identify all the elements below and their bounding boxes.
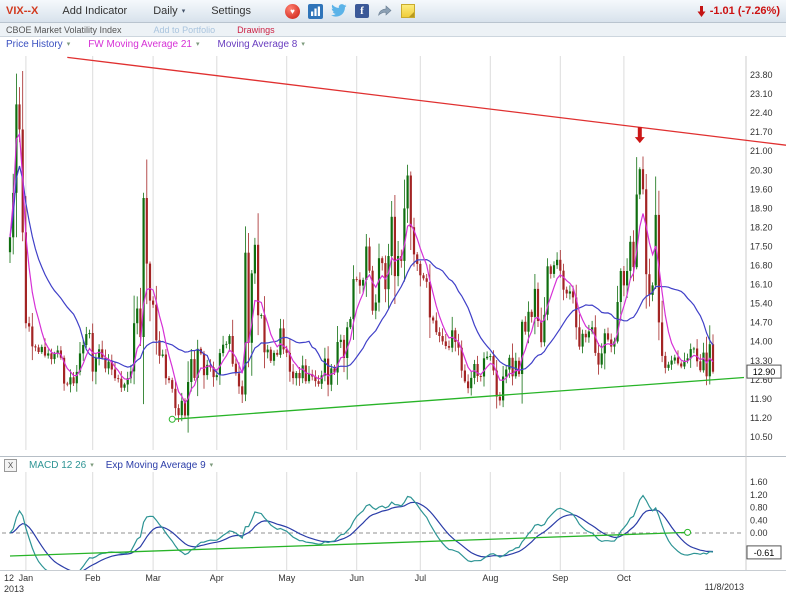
macd-legend: X MACD 12 26 ▾ Exp Moving Average 9 ▾: [4, 459, 213, 472]
chevron-down-icon: ▾: [182, 8, 186, 15]
down-arrow-annotation: [635, 127, 645, 143]
svg-text:21.00: 21.00: [750, 146, 773, 156]
svg-text:15.40: 15.40: [750, 299, 773, 309]
candlesticks: [9, 71, 714, 433]
legend-fwma21-label: FW Moving Average 21: [88, 39, 192, 50]
svg-text:16.80: 16.80: [750, 261, 773, 271]
svg-text:16.10: 16.10: [750, 280, 773, 290]
svg-text:Apr: Apr: [210, 573, 224, 583]
chevron-down-icon: ▾: [67, 41, 71, 48]
svg-text:18.20: 18.20: [750, 222, 773, 232]
x-axis-labels: Jan Feb Mar Apr May Jun Jul Aug Sep Oct 122013 11/8…: [4, 573, 744, 594]
menu-add-indicator[interactable]: Add Indicator: [62, 5, 127, 17]
chevron-down-icon: ▾: [210, 462, 214, 469]
svg-text:Aug: Aug: [482, 573, 498, 583]
svg-text:May: May: [278, 573, 296, 583]
svg-text:12: 12: [4, 573, 14, 583]
svg-text:10.50: 10.50: [750, 432, 773, 442]
svg-text:2013: 2013: [4, 584, 24, 594]
toolbar-icons: ♥: [285, 4, 415, 19]
svg-text:Feb: Feb: [85, 573, 101, 583]
facebook-icon[interactable]: [355, 4, 369, 18]
svg-text:Oct: Oct: [617, 573, 632, 583]
menu-settings[interactable]: Settings: [211, 5, 251, 17]
svg-text:11.20: 11.20: [750, 413, 772, 423]
change-readout: -1.01 (-7.26%): [697, 5, 780, 17]
record-icon[interactable]: ♥: [285, 4, 300, 19]
legend-exp-moving-average-9[interactable]: Exp Moving Average 9 ▾: [106, 460, 213, 471]
top-toolbar: VIX--X Add Indicator Daily ▾ Settings ♥ …: [0, 0, 786, 23]
svg-text:0.80: 0.80: [750, 503, 768, 513]
legend-macd[interactable]: MACD 12 26 ▾: [29, 460, 94, 471]
trendline: [172, 378, 744, 420]
chevron-down-icon: ▾: [301, 41, 305, 48]
svg-text:11.90: 11.90: [750, 394, 772, 404]
svg-text:Jun: Jun: [349, 573, 364, 583]
svg-text:Jan: Jan: [19, 573, 34, 583]
svg-text:Jul: Jul: [415, 573, 427, 583]
down-arrow-icon: [697, 6, 706, 17]
svg-text:1.60: 1.60: [750, 477, 768, 487]
stock-charting-app: 23.80 23.10 22.40 21.70 21.00 20.30 19.60 18.90…: [0, 0, 786, 600]
legend-price-history[interactable]: Price History ▾: [6, 39, 70, 50]
svg-text:Sep: Sep: [552, 573, 568, 583]
svg-text:14.00: 14.00: [750, 337, 773, 347]
svg-text:11/8/2013: 11/8/2013: [705, 582, 744, 592]
svg-text:12.90: 12.90: [753, 367, 776, 377]
legend-moving-average-8[interactable]: Moving Average 8 ▾: [217, 39, 304, 50]
svg-text:1.20: 1.20: [750, 490, 768, 500]
ticker-symbol[interactable]: VIX--X: [6, 5, 38, 17]
index-name: CBOE Market Volatility Index: [6, 25, 122, 35]
y-axis-labels: 23.80 23.10 22.40 21.70 21.00 20.30 19.60 18.90…: [750, 70, 773, 538]
chevron-down-icon: ▾: [90, 462, 94, 469]
svg-text:19.60: 19.60: [750, 184, 773, 194]
svg-text:21.70: 21.70: [750, 127, 773, 137]
svg-text:0.00: 0.00: [750, 528, 768, 538]
svg-text:-0.61: -0.61: [754, 548, 775, 558]
chart-canvas[interactable]: 23.80 23.10 22.40 21.70 21.00 20.30 19.60 18.90…: [0, 0, 786, 600]
svg-text:22.40: 22.40: [750, 108, 773, 118]
share-icon[interactable]: [377, 4, 393, 18]
info-bar: CBOE Market Volatility Index Add to Port…: [0, 23, 786, 37]
drawings-link[interactable]: Drawings: [237, 25, 275, 35]
svg-text:20.30: 20.30: [750, 165, 773, 175]
svg-text:18.90: 18.90: [750, 203, 773, 213]
svg-text:0.40: 0.40: [750, 515, 768, 525]
popout-chart-icon[interactable]: [308, 4, 323, 19]
twitter-icon[interactable]: [331, 4, 347, 18]
change-text: -1.01 (-7.26%): [710, 5, 780, 17]
timeframe-label: Daily: [153, 5, 177, 17]
legend-macd-label: MACD 12 26: [29, 460, 86, 471]
menu-timeframe[interactable]: Daily ▾: [153, 5, 185, 17]
notes-icon[interactable]: [401, 4, 415, 18]
svg-text:Mar: Mar: [145, 573, 161, 583]
chevron-down-icon: ▾: [196, 41, 200, 48]
svg-text:13.30: 13.30: [750, 356, 773, 366]
trendline-handle: [685, 529, 691, 535]
trendline-handle: [169, 416, 175, 422]
svg-text:17.50: 17.50: [750, 241, 773, 251]
legend-price-history-label: Price History: [6, 39, 63, 50]
legend-ma8-label: Moving Average 8: [217, 39, 297, 50]
close-indicator-button[interactable]: X: [4, 459, 17, 472]
svg-text:23.80: 23.80: [750, 70, 773, 80]
legend-ema9-label: Exp Moving Average 9: [106, 460, 206, 471]
add-to-portfolio-link[interactable]: Add to Portfolio: [154, 25, 216, 35]
svg-text:14.70: 14.70: [750, 318, 773, 328]
svg-text:23.10: 23.10: [750, 89, 773, 99]
legend-fw-moving-average-21[interactable]: FW Moving Average 21 ▾: [88, 39, 199, 50]
price-legend: Price History ▾ FW Moving Average 21 ▾ M…: [6, 39, 305, 50]
trendline: [67, 57, 786, 145]
